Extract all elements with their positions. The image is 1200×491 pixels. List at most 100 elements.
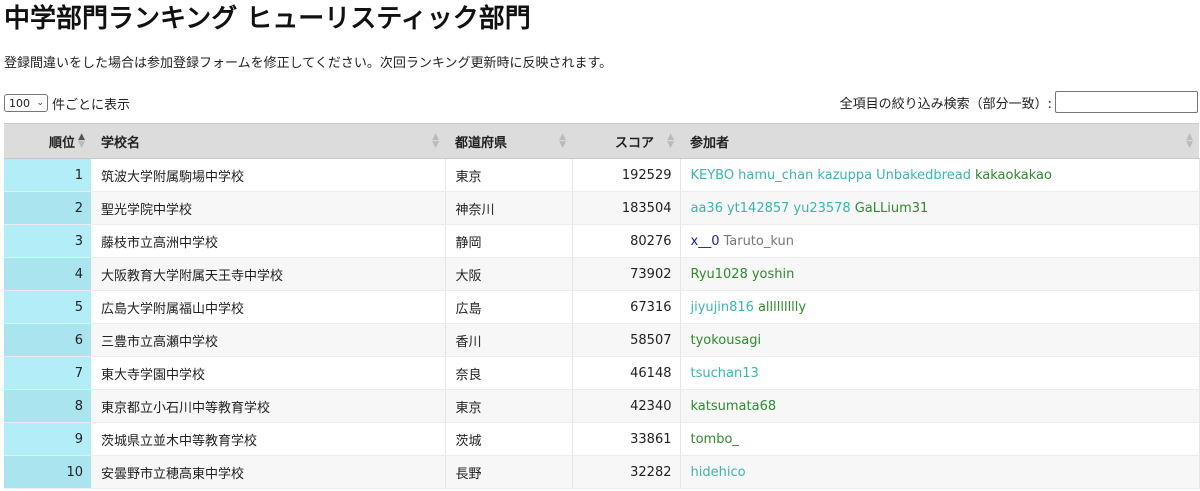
column-header-prefecture[interactable]: 都道府県 ▲ ▼ bbox=[445, 123, 572, 159]
page: 中学部門ランキング ヒューリスティック部門 登録間違いをした場合は参加登録フォー… bbox=[0, 0, 1200, 491]
prefecture-cell: 静岡 bbox=[445, 224, 573, 258]
participant-link[interactable]: allllllllly bbox=[758, 300, 806, 315]
rank-cell: 6 bbox=[4, 323, 91, 357]
participants-cell: tyokousagi bbox=[680, 323, 1200, 357]
prefecture-cell: 東京 bbox=[445, 158, 573, 192]
school-cell: 筑波大学附属駒場中学校 bbox=[91, 158, 446, 192]
prefecture-cell: 東京 bbox=[445, 389, 573, 423]
prefecture-cell: 長野 bbox=[445, 455, 573, 489]
participant-link[interactable]: tsuchan13 bbox=[691, 366, 759, 381]
search-input[interactable] bbox=[1055, 91, 1198, 113]
rank-cell: 2 bbox=[4, 191, 91, 225]
table-row: 8 東京都立小石川中等教育学校 東京 42340 katsumata68 bbox=[4, 389, 1200, 423]
school-cell: 東京都立小石川中等教育学校 bbox=[91, 389, 446, 423]
rank-cell: 1 bbox=[4, 158, 91, 192]
participant-link[interactable]: Taruto_kun bbox=[723, 234, 794, 249]
page-length-value: 100 bbox=[9, 96, 30, 110]
rank-cell: 10 bbox=[4, 455, 91, 489]
sort-both-icon: ▲ ▼ bbox=[432, 132, 439, 150]
table-row: 5 広島大学附属福山中学校 広島 67316 jiyujin816 allllllllly bbox=[4, 290, 1200, 324]
score-cell: 46148 bbox=[572, 356, 681, 390]
table-header-row: 順位 ▲ ▼ 学校名 ▲ ▼ 都道府県 ▲ ▼ スコア ▲ ▼ 参加者 ▲ ▼ bbox=[4, 123, 1199, 159]
sort-both-icon: ▲ ▼ bbox=[559, 132, 566, 150]
participant-link[interactable]: yt142857 bbox=[727, 201, 789, 216]
page-length-control: 100 ⌄ 件ごとに表示 bbox=[4, 92, 130, 114]
participant-link[interactable]: hidehico bbox=[691, 465, 746, 480]
participant-link[interactable]: kakaokakao bbox=[975, 168, 1052, 183]
prefecture-cell: 広島 bbox=[445, 290, 573, 324]
participants-cell: hidehico bbox=[680, 455, 1200, 489]
table-body: 1 筑波大学附属駒場中学校 東京 192529 KEYBO hamu_chan kazupp… bbox=[4, 158, 1200, 489]
participants-cell: katsumata68 bbox=[680, 389, 1200, 423]
rank-cell: 3 bbox=[4, 224, 91, 258]
school-cell: 三豊市立高瀬中学校 bbox=[91, 323, 446, 357]
school-cell: 藤枝市立高洲中学校 bbox=[91, 224, 446, 258]
score-cell: 32282 bbox=[572, 455, 681, 489]
column-header-rank[interactable]: 順位 ▲ ▼ bbox=[4, 123, 91, 159]
rank-cell: 8 bbox=[4, 389, 91, 423]
participants-cell: Ryu1028 yoshin bbox=[680, 257, 1200, 291]
school-cell: 広島大学附属福山中学校 bbox=[91, 290, 446, 324]
search-filter: 全項目の絞り込み検索（部分一致）: bbox=[840, 91, 1198, 113]
participants-cell: tsuchan13 bbox=[680, 356, 1200, 390]
school-cell: 安曇野市立穂高東中学校 bbox=[91, 455, 446, 489]
score-cell: 80276 bbox=[572, 224, 681, 258]
participant-link[interactable]: Unbakedbread bbox=[876, 168, 971, 183]
participant-link[interactable]: tyokousagi bbox=[691, 333, 762, 348]
participants-cell: jiyujin816 allllllllly bbox=[680, 290, 1200, 324]
score-cell: 183504 bbox=[572, 191, 681, 225]
school-cell: 東大寺学園中学校 bbox=[91, 356, 446, 390]
participant-link[interactable]: hamu_chan bbox=[738, 168, 813, 183]
rank-cell: 4 bbox=[4, 257, 91, 291]
score-cell: 58507 bbox=[572, 323, 681, 357]
table-row: 3 藤枝市立高洲中学校 静岡 80276 x__0 Taruto_kun bbox=[4, 224, 1200, 258]
sort-both-icon: ▲ ▼ bbox=[667, 132, 674, 150]
prefecture-cell: 神奈川 bbox=[445, 191, 573, 225]
participant-link[interactable]: Ryu1028 bbox=[691, 267, 748, 282]
participant-link[interactable]: aa36 bbox=[691, 201, 723, 216]
chevron-down-icon: ⌄ bbox=[36, 98, 44, 108]
participant-link[interactable]: KEYBO bbox=[691, 168, 735, 183]
prefecture-cell: 香川 bbox=[445, 323, 573, 357]
prefecture-cell: 大阪 bbox=[445, 257, 573, 291]
participant-link[interactable]: katsumata68 bbox=[691, 399, 777, 414]
column-header-participants[interactable]: 参加者 ▲ ▼ bbox=[680, 123, 1199, 159]
participant-link[interactable]: yoshin bbox=[752, 267, 795, 282]
rank-cell: 7 bbox=[4, 356, 91, 390]
school-cell: 大阪教育大学附属天王寺中学校 bbox=[91, 257, 446, 291]
rank-cell: 5 bbox=[4, 290, 91, 324]
table-row: 10 安曇野市立穂高東中学校 長野 32282 hidehico bbox=[4, 455, 1200, 489]
column-header-school-label: 学校名 bbox=[101, 135, 141, 151]
rank-cell: 9 bbox=[4, 422, 91, 456]
notice-text: 登録間違いをした場合は参加登録フォームを修正してください。次回ランキング更新時に… bbox=[4, 56, 613, 71]
column-header-prefecture-label: 都道府県 bbox=[455, 135, 508, 151]
column-header-score[interactable]: スコア ▲ ▼ bbox=[572, 123, 680, 159]
participant-link[interactable]: yu23578 bbox=[793, 201, 850, 216]
table-row: 9 茨城県立並木中等教育学校 茨城 33861 tombo_ bbox=[4, 422, 1200, 456]
prefecture-cell: 奈良 bbox=[445, 356, 573, 390]
school-cell: 聖光学院中学校 bbox=[91, 191, 446, 225]
page-length-label: 件ごとに表示 bbox=[52, 97, 131, 113]
sort-asc-icon: ▲ ▼ bbox=[78, 132, 85, 150]
table-row: 6 三豊市立高瀬中学校 香川 58507 tyokousagi bbox=[4, 323, 1200, 357]
column-header-school[interactable]: 学校名 ▲ ▼ bbox=[91, 123, 445, 159]
participants-cell: x__0 Taruto_kun bbox=[680, 224, 1200, 258]
participant-link[interactable]: tombo_ bbox=[691, 432, 739, 447]
table-row: 7 東大寺学園中学校 奈良 46148 tsuchan13 bbox=[4, 356, 1200, 390]
score-cell: 192529 bbox=[572, 158, 681, 192]
school-cell: 茨城県立並木中等教育学校 bbox=[91, 422, 446, 456]
score-cell: 67316 bbox=[572, 290, 681, 324]
participant-link[interactable]: x__0 bbox=[691, 234, 720, 249]
page-title: 中学部門ランキング ヒューリスティック部門 bbox=[4, 4, 531, 34]
participant-link[interactable]: GaLLium31 bbox=[855, 201, 929, 216]
table-row: 2 聖光学院中学校 神奈川 183504 aa36 yt142857 yu23578 GaLL… bbox=[4, 191, 1200, 225]
table-row: 4 大阪教育大学附属天王寺中学校 大阪 73902 Ryu1028 yoshin bbox=[4, 257, 1200, 291]
sort-both-icon: ▲ ▼ bbox=[1186, 132, 1193, 150]
page-length-select[interactable]: 100 ⌄ bbox=[4, 94, 48, 112]
participant-link[interactable]: jiyujin816 bbox=[691, 300, 754, 315]
participants-cell: tombo_ bbox=[680, 422, 1200, 456]
prefecture-cell: 茨城 bbox=[445, 422, 573, 456]
table-row: 1 筑波大学附属駒場中学校 東京 192529 KEYBO hamu_chan kazupp… bbox=[4, 158, 1200, 192]
participant-link[interactable]: kazuppa bbox=[817, 168, 872, 183]
column-header-rank-label: 順位 bbox=[48, 135, 75, 151]
